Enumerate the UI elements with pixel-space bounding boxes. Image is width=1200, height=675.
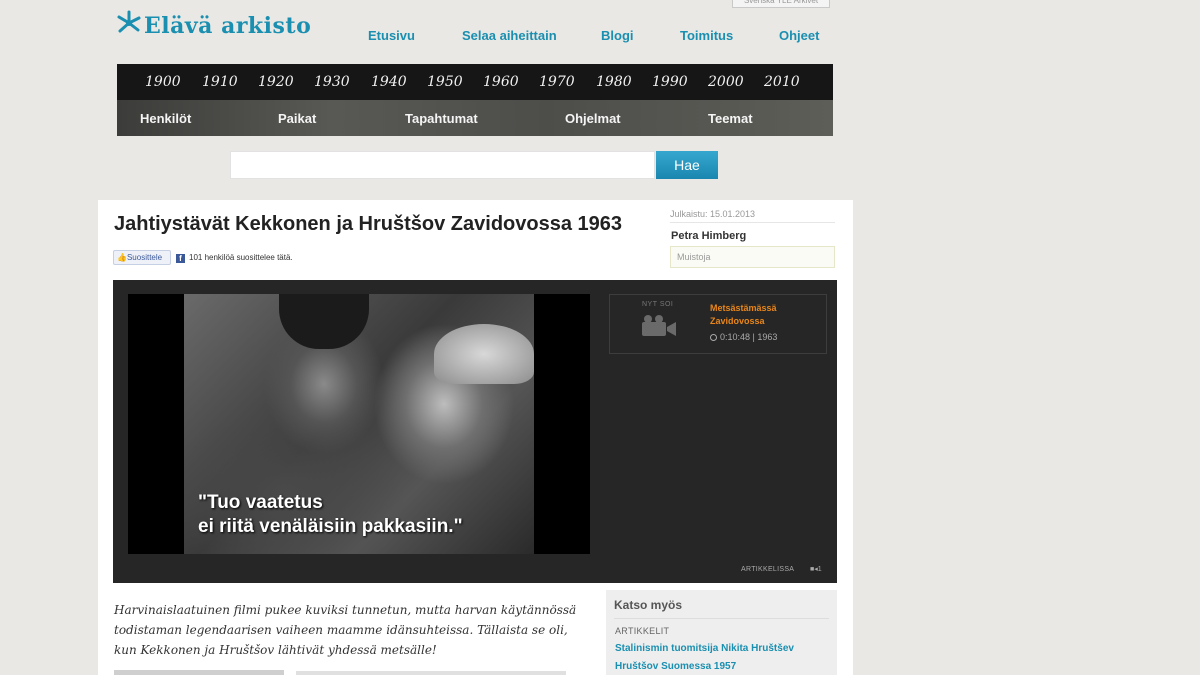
decade-2010[interactable]: 2010 (764, 74, 800, 90)
memories-button[interactable]: Muistoja (670, 246, 835, 268)
now-playing-duration: 0:10:48 | 1963 (720, 332, 778, 342)
see-also-link-1[interactable]: Stalinismin tuomitsija Nikita Hruštšev (615, 643, 794, 654)
in-article-count[interactable]: ■◂1 (810, 565, 822, 573)
category-nav: Henkilöt Paikat Tapahtumat Ohjelmat Teem… (117, 100, 833, 136)
see-also-divider (614, 618, 829, 619)
decade-1920[interactable]: 1920 (258, 74, 294, 90)
see-also-box: Katso myös ARTIKKELIT Stalinismin tuomit… (606, 590, 837, 675)
decade-1970[interactable]: 1970 (539, 74, 575, 90)
subtitle-line-2: ei riitä venäläisiin pakkasiin." (198, 516, 463, 537)
media-player: "Tuo vaatetus ei riitä venäläisiin pakka… (113, 280, 837, 583)
facebook-icon: f (176, 254, 185, 263)
now-playing-meta: 0:10:48 | 1963 (710, 332, 777, 342)
sidebar-image-placeholder (114, 670, 284, 675)
decade-1980[interactable]: 1980 (596, 74, 632, 90)
swedish-archive-link[interactable]: Svenska YLE Arkivet (732, 0, 830, 8)
video-figure-left (279, 294, 369, 349)
category-ohjelmat[interactable]: Ohjelmat (565, 111, 621, 126)
nav-toimitus[interactable]: Toimitus (680, 28, 733, 43)
author-name: Petra Himberg (671, 230, 747, 242)
decade-1900[interactable]: 1900 (145, 74, 181, 90)
decade-2000[interactable]: 2000 (708, 74, 744, 90)
category-tapahtumat[interactable]: Tapahtumat (405, 111, 478, 126)
like-count: f 101 henkilöä suosittelee tätä. (176, 250, 293, 265)
category-paikat[interactable]: Paikat (278, 111, 316, 126)
now-playing-title: Metsästämässä Zavidovossa (710, 303, 777, 326)
site-logo[interactable]: Elävä arkisto (116, 6, 311, 46)
decade-1990[interactable]: 1990 (652, 74, 688, 90)
published-date: Julkaistu: 15.01.2013 (670, 209, 835, 223)
nav-blogi[interactable]: Blogi (601, 28, 634, 43)
browse-bar: 1900 1910 1920 1930 1940 1950 1960 1970 … (117, 64, 833, 136)
in-article-label: ARTIKKELISSA (741, 566, 795, 573)
nav-ohjeet[interactable]: Ohjeet (779, 28, 819, 43)
video-subtitle: "Tuo vaatetus ei riitä venäläisiin pakka… (198, 491, 528, 539)
clock-icon (710, 334, 717, 341)
article-panel: Jahtiystävät Kekkonen ja Hruštšov Zavido… (98, 200, 853, 675)
search-button[interactable]: Hae (656, 151, 718, 179)
body-text-cutoff (296, 671, 566, 675)
small-camera-icon: ■◂ (810, 566, 818, 573)
flower-logo-icon (117, 10, 141, 33)
article-title: Jahtiystävät Kekkonen ja Hruštšov Zavido… (114, 213, 623, 235)
search-input[interactable] (230, 151, 655, 179)
thumbs-up-icon: 👍 (117, 253, 127, 262)
see-also-heading: Katso myös (614, 598, 683, 612)
facebook-like-button[interactable]: 👍Suosittele (113, 250, 171, 265)
logo-text: Elävä arkisto (144, 13, 312, 39)
now-playing-item[interactable]: NYT SOI Metsästämässä Zavidovossa 0:10:4… (609, 294, 827, 354)
in-article-count-value: 1 (817, 566, 822, 573)
see-also-link-2[interactable]: Hruštšov Suomessa 1957 (615, 661, 736, 672)
decade-1950[interactable]: 1950 (427, 74, 463, 90)
decade-1960[interactable]: 1960 (483, 74, 519, 90)
nav-etusivu[interactable]: Etusivu (368, 28, 415, 43)
video-camera-icon (642, 315, 676, 336)
decade-1910[interactable]: 1910 (202, 74, 238, 90)
like-count-text: 101 henkilöä suosittelee tätä. (189, 253, 293, 262)
now-playing-label: NYT SOI (642, 301, 674, 308)
decade-1940[interactable]: 1940 (371, 74, 407, 90)
like-label: Suosittele (126, 253, 163, 262)
video-screen[interactable]: "Tuo vaatetus ei riitä venäläisiin pakka… (128, 294, 590, 554)
article-lead: Harvinaislaatuinen filmi pukee kuviksi t… (114, 603, 577, 657)
see-also-category: ARTIKKELIT (615, 626, 670, 636)
subtitle-line-1: "Tuo vaatetus (198, 492, 323, 513)
video-figure-right (434, 324, 534, 384)
category-henkilot[interactable]: Henkilöt (140, 111, 191, 126)
top-navigation: Etusivu Selaa aiheittain Blogi Toimitus … (350, 28, 830, 44)
decade-1930[interactable]: 1930 (314, 74, 350, 90)
category-teemat[interactable]: Teemat (708, 111, 753, 126)
decade-nav: 1900 1910 1920 1930 1940 1950 1960 1970 … (117, 64, 833, 100)
nav-selaa-aiheittain[interactable]: Selaa aiheittain (462, 28, 557, 43)
